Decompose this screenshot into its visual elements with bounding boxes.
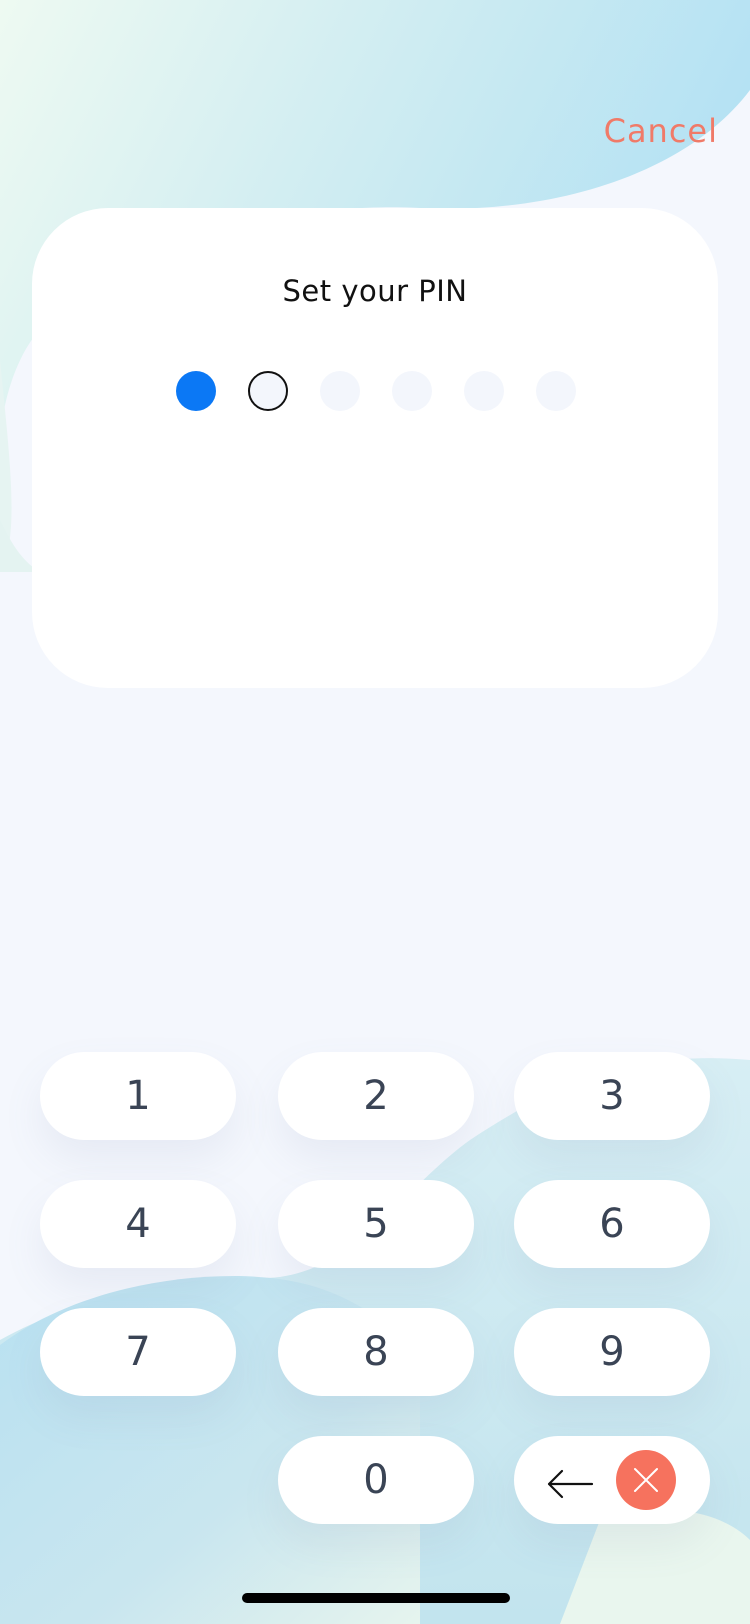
pin-dot-empty [464, 371, 504, 411]
home-indicator [242, 1593, 510, 1603]
arrow-left-icon[interactable] [546, 1464, 594, 1499]
key-1[interactable]: 1 [40, 1052, 236, 1140]
pin-indicator [176, 371, 576, 411]
pin-dot-active [248, 371, 288, 411]
pin-dot-empty [536, 371, 576, 411]
key-7[interactable]: 7 [40, 1308, 236, 1396]
key-9[interactable]: 9 [514, 1308, 710, 1396]
close-icon [634, 1468, 658, 1492]
pin-dot-filled [176, 371, 216, 411]
cancel-button[interactable]: Cancel [604, 112, 718, 150]
backspace-key [514, 1436, 710, 1524]
key-0[interactable]: 0 [278, 1436, 474, 1524]
key-6[interactable]: 6 [514, 1180, 710, 1268]
clear-button[interactable] [616, 1450, 676, 1510]
key-3[interactable]: 3 [514, 1052, 710, 1140]
pin-dot-empty [392, 371, 432, 411]
page-title: Set your PIN [282, 274, 468, 308]
key-2[interactable]: 2 [278, 1052, 474, 1140]
pin-dot-empty [320, 371, 360, 411]
key-4[interactable]: 4 [40, 1180, 236, 1268]
pin-card: Set your PIN [32, 208, 718, 688]
key-8[interactable]: 8 [278, 1308, 474, 1396]
key-5[interactable]: 5 [278, 1180, 474, 1268]
